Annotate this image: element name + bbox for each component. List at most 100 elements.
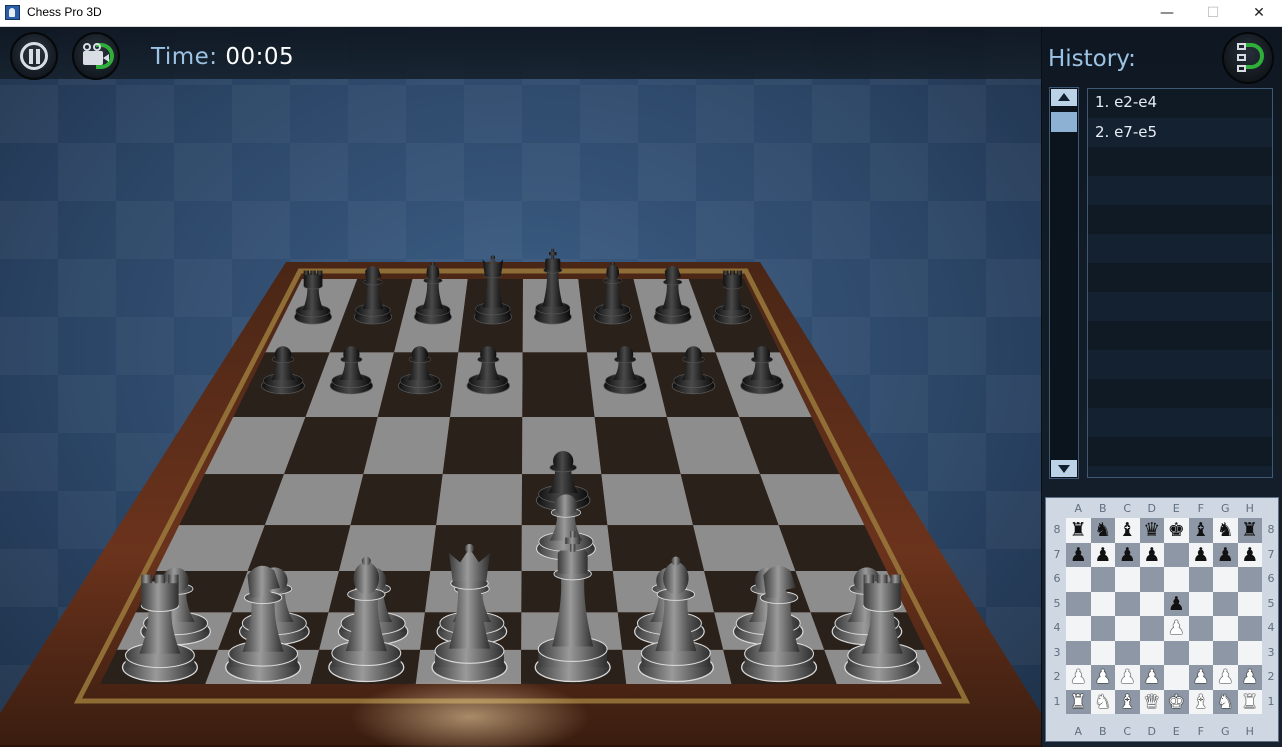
mini-square-a5[interactable] — [1066, 591, 1091, 616]
mini-piece[interactable]: ♟ — [1070, 666, 1087, 688]
mini-square-g4[interactable] — [1213, 616, 1238, 641]
mini-square-d8[interactable]: ♛ — [1139, 518, 1164, 543]
mini-square-b3[interactable] — [1090, 640, 1115, 665]
undo-button[interactable] — [1222, 32, 1274, 84]
mini-square-g8[interactable]: ♞ — [1213, 518, 1238, 543]
mini-square-h5[interactable] — [1237, 591, 1262, 616]
mini-square-g3[interactable] — [1213, 640, 1238, 665]
mini-square-c5[interactable] — [1115, 591, 1140, 616]
mini-square-a6[interactable] — [1066, 567, 1091, 592]
mini-piece[interactable]: ♟ — [1168, 617, 1185, 639]
mini-square-f8[interactable]: ♝ — [1188, 518, 1213, 543]
mini-square-f2[interactable]: ♟ — [1188, 665, 1213, 690]
mini-square-c6[interactable] — [1115, 567, 1140, 592]
mini-square-e5[interactable]: ♟ — [1164, 591, 1189, 616]
history-scrollbar[interactable] — [1049, 87, 1079, 479]
mini-piece[interactable]: ♛ — [1143, 691, 1160, 713]
mini-square-b7[interactable]: ♟ — [1090, 542, 1115, 567]
scroll-up-button[interactable] — [1051, 89, 1077, 106]
mini-piece[interactable]: ♝ — [1119, 691, 1136, 713]
scroll-thumb[interactable] — [1051, 112, 1077, 132]
mini-square-h2[interactable]: ♟ — [1237, 665, 1262, 690]
mini-piece[interactable]: ♟ — [1241, 666, 1258, 688]
mini-square-f1[interactable]: ♝ — [1188, 689, 1213, 714]
mini-square-d4[interactable] — [1139, 616, 1164, 641]
mini-piece[interactable]: ♜ — [1070, 691, 1087, 713]
mini-square-d5[interactable] — [1139, 591, 1164, 616]
mini-square-f6[interactable] — [1188, 567, 1213, 592]
mini-square-c7[interactable]: ♟ — [1115, 542, 1140, 567]
mini-square-h4[interactable] — [1237, 616, 1262, 641]
mini-piece[interactable]: ♚ — [1168, 519, 1185, 541]
mini-square-f3[interactable] — [1188, 640, 1213, 665]
mini-square-e2[interactable] — [1164, 665, 1189, 690]
mini-square-f5[interactable] — [1188, 591, 1213, 616]
history-move-item[interactable]: 1. e2-e4 — [1088, 89, 1272, 119]
mini-square-d7[interactable]: ♟ — [1139, 542, 1164, 567]
mini-square-b4[interactable] — [1090, 616, 1115, 641]
mini-piece[interactable]: ♜ — [1241, 519, 1258, 541]
mini-square-c2[interactable]: ♟ — [1115, 665, 1140, 690]
mini-square-g1[interactable]: ♞ — [1213, 689, 1238, 714]
mini-square-a3[interactable] — [1066, 640, 1091, 665]
mini-square-e4[interactable]: ♟ — [1164, 616, 1189, 641]
mini-square-b2[interactable]: ♟ — [1090, 665, 1115, 690]
pause-button[interactable] — [10, 32, 58, 80]
mini-piece[interactable]: ♟ — [1094, 666, 1111, 688]
mini-square-h8[interactable]: ♜ — [1237, 518, 1262, 543]
maximize-button[interactable]: ☐ — [1190, 0, 1236, 26]
mini-piece[interactable]: ♛ — [1143, 519, 1160, 541]
game-viewport[interactable]: Time: 00:05 — [0, 27, 1041, 747]
scroll-down-button[interactable] — [1051, 460, 1077, 477]
mini-square-h1[interactable]: ♜ — [1237, 689, 1262, 714]
move-history-list[interactable]: 1. e2-e4 2. e7-e5 — [1087, 88, 1273, 478]
board-3d[interactable] — [0, 27, 1041, 747]
mini-piece[interactable]: ♝ — [1119, 519, 1136, 541]
mini-square-e8[interactable]: ♚ — [1164, 518, 1189, 543]
mini-piece[interactable]: ♟ — [1241, 544, 1258, 566]
mini-piece[interactable]: ♝ — [1192, 691, 1209, 713]
mini-square-e6[interactable] — [1164, 567, 1189, 592]
mini-piece[interactable]: ♟ — [1143, 544, 1160, 566]
mini-square-d3[interactable] — [1139, 640, 1164, 665]
mini-square-f7[interactable]: ♟ — [1188, 542, 1213, 567]
mini-square-h7[interactable]: ♟ — [1237, 542, 1262, 567]
minimize-button[interactable]: — — [1144, 0, 1190, 26]
mini-square-a4[interactable] — [1066, 616, 1091, 641]
mini-square-d2[interactable]: ♟ — [1139, 665, 1164, 690]
mini-square-b1[interactable]: ♞ — [1090, 689, 1115, 714]
mini-piece[interactable]: ♞ — [1217, 519, 1234, 541]
mini-square-a2[interactable]: ♟ — [1066, 665, 1091, 690]
mini-square-b5[interactable] — [1090, 591, 1115, 616]
mini-square-b8[interactable]: ♞ — [1090, 518, 1115, 543]
mini-piece[interactable]: ♜ — [1070, 519, 1087, 541]
mini-piece[interactable]: ♟ — [1168, 593, 1185, 615]
mini-square-a1[interactable]: ♜ — [1066, 689, 1091, 714]
mini-square-c1[interactable]: ♝ — [1115, 689, 1140, 714]
mini-piece[interactable]: ♞ — [1094, 519, 1111, 541]
mini-square-d1[interactable]: ♛ — [1139, 689, 1164, 714]
camera-button[interactable] — [72, 32, 120, 80]
mini-piece[interactable]: ♞ — [1217, 691, 1234, 713]
mini-square-c8[interactable]: ♝ — [1115, 518, 1140, 543]
mini-square-a7[interactable]: ♟ — [1066, 542, 1091, 567]
mini-square-h6[interactable] — [1237, 567, 1262, 592]
mini-piece[interactable]: ♟ — [1217, 666, 1234, 688]
mini-square-d6[interactable] — [1139, 567, 1164, 592]
mini-piece[interactable]: ♜ — [1241, 691, 1258, 713]
mini-piece[interactable]: ♟ — [1143, 666, 1160, 688]
mini-piece[interactable]: ♟ — [1094, 544, 1111, 566]
mini-square-h3[interactable] — [1237, 640, 1262, 665]
mini-piece[interactable]: ♚ — [1168, 691, 1185, 713]
mini-square-e1[interactable]: ♚ — [1164, 689, 1189, 714]
mini-square-e3[interactable] — [1164, 640, 1189, 665]
mini-square-e7[interactable] — [1164, 542, 1189, 567]
close-button[interactable]: ✕ — [1236, 0, 1282, 26]
mini-square-f4[interactable] — [1188, 616, 1213, 641]
mini-square-b6[interactable] — [1090, 567, 1115, 592]
mini-board-grid[interactable]: ♜ ♞ ♝ ♛ ♚ ♝ ♞ ♜ ♟ ♟ ♟ ♟ ♟ ♟ ♟ ♟ ♟ ♟ ♟ ♟ ♟ ♟ ♟ ♟ ♜ ♞ ♝ ♛ ♚ ♝ ♞ ♜ — [1066, 518, 1262, 714]
mini-square-a8[interactable]: ♜ — [1066, 518, 1091, 543]
mini-square-g2[interactable]: ♟ — [1213, 665, 1238, 690]
mini-piece[interactable]: ♟ — [1192, 666, 1209, 688]
history-move-item[interactable]: 2. e7-e5 — [1088, 119, 1272, 149]
